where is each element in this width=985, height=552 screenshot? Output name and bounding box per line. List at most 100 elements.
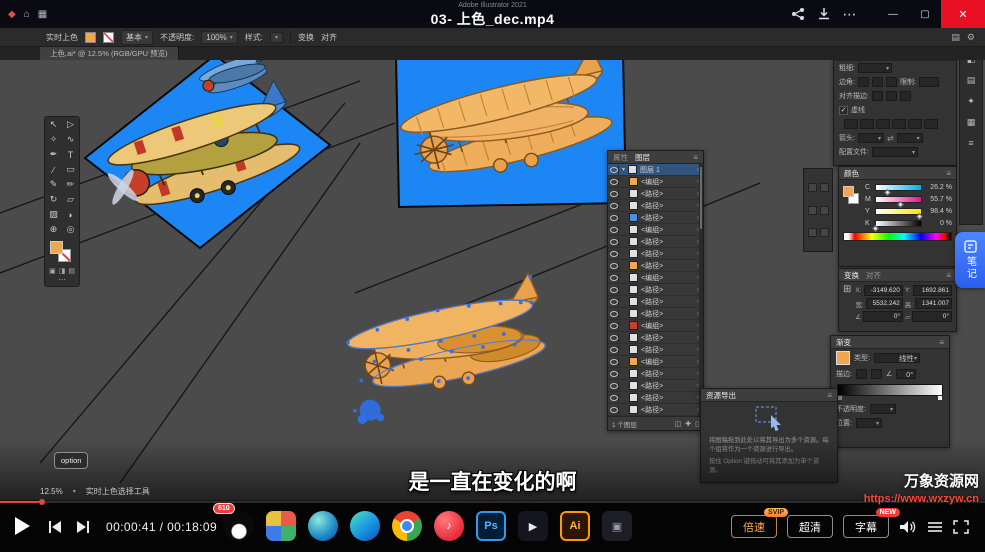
pathfinder-icon[interactable]: [808, 183, 817, 192]
gap-field[interactable]: [924, 119, 938, 129]
panel-menu-icon[interactable]: ≡: [939, 338, 944, 347]
color-slider-row[interactable]: C26.2 %: [865, 184, 952, 191]
download-icon[interactable]: [811, 0, 837, 28]
style-select[interactable]: ▾: [270, 32, 283, 43]
visibility-eye-icon[interactable]: [609, 165, 619, 175]
taskbar-photoshop-icon[interactable]: Ps: [476, 511, 506, 541]
quality-button[interactable]: 超清: [787, 515, 833, 538]
layer-row[interactable]: <路径>○: [608, 200, 703, 212]
share-icon[interactable]: [785, 0, 811, 28]
gradient-slider[interactable]: [837, 384, 943, 396]
dash-field[interactable]: [908, 119, 922, 129]
gradient-tool[interactable]: ▨: [45, 207, 62, 222]
visibility-eye-icon[interactable]: [609, 285, 619, 295]
type-tool[interactable]: T: [62, 147, 79, 162]
shear-field[interactable]: 0°: [912, 311, 952, 322]
pathfinder-icon[interactable]: [820, 183, 829, 192]
dash-checkbox[interactable]: ✓: [839, 106, 848, 115]
play-button[interactable]: [12, 516, 32, 541]
color-slider-row[interactable]: Y98.4 %: [865, 208, 952, 215]
selection-tool[interactable]: ↖: [45, 117, 62, 132]
taskbar-music-icon[interactable]: ♪: [434, 511, 464, 541]
visibility-eye-icon[interactable]: [609, 393, 619, 403]
layer-row[interactable]: <编组>○: [608, 356, 703, 368]
minimize-button[interactable]: —: [877, 0, 909, 28]
fill-color-swatch[interactable]: [843, 186, 854, 197]
layer-row[interactable]: <编组>○: [608, 320, 703, 332]
visibility-eye-icon[interactable]: [609, 225, 619, 235]
slider-knob[interactable]: [872, 225, 879, 232]
biplane-orange-selected[interactable]: [333, 272, 558, 426]
stroke-gradient-option[interactable]: [856, 369, 867, 379]
visibility-eye-icon[interactable]: [609, 261, 619, 271]
line-tool[interactable]: ∕: [45, 162, 62, 177]
symbols-panel-icon[interactable]: ▦: [967, 117, 976, 128]
stroke-gradient-option[interactable]: [871, 369, 882, 379]
gradient-opacity-select[interactable]: ▾: [870, 404, 896, 414]
more-tools-icon[interactable]: ⋯: [45, 275, 79, 284]
gap-field[interactable]: [860, 119, 874, 129]
color-spectrum-bar[interactable]: [843, 232, 952, 241]
gradient-stop[interactable]: [937, 395, 943, 401]
align-option[interactable]: [900, 91, 911, 101]
layer-row[interactable]: <编组>○: [608, 176, 703, 188]
playlist-icon[interactable]: [927, 521, 943, 533]
rotate-field[interactable]: 0°: [863, 311, 903, 322]
maximize-button[interactable]: ▢: [909, 0, 941, 28]
delete-layer-icon[interactable]: ▯: [695, 420, 699, 428]
expand-icon[interactable]: [808, 228, 817, 237]
panel-menu-icon[interactable]: ≡: [946, 169, 951, 178]
paintbrush-tool[interactable]: ✎: [45, 177, 62, 192]
tab-transform[interactable]: 变换: [844, 270, 859, 281]
layer-row[interactable]: <编组>○: [608, 272, 703, 284]
visibility-eye-icon[interactable]: [609, 321, 619, 331]
taskbar-app-grid-icon[interactable]: [266, 511, 296, 541]
channel-slider[interactable]: [875, 196, 922, 203]
shape-mode-icon[interactable]: [820, 206, 829, 215]
taskbar-chrome-icon[interactable]: [392, 511, 422, 541]
visibility-eye-icon[interactable]: [609, 249, 619, 259]
fill-stroke-widget[interactable]: [45, 240, 79, 267]
layer-row[interactable]: <路径>○: [608, 404, 703, 416]
layer-row[interactable]: ▾图层 1○: [608, 164, 703, 176]
lasso-tool[interactable]: ∿: [62, 132, 79, 147]
tab-asset-export[interactable]: 资源导出: [706, 390, 736, 401]
expand-icon[interactable]: [820, 228, 829, 237]
visibility-eye-icon[interactable]: [609, 405, 619, 415]
taskbar-media-player-icon[interactable]: ▶: [518, 511, 548, 541]
new-layer-icon[interactable]: ✚: [685, 420, 691, 428]
fill-swatch[interactable]: [85, 32, 96, 43]
corner-option[interactable]: [886, 77, 897, 87]
brushes-panel-icon[interactable]: ✦: [967, 96, 975, 107]
slider-knob[interactable]: [884, 189, 891, 196]
channel-slider[interactable]: [875, 220, 922, 227]
progress-knob[interactable]: [39, 499, 45, 505]
more-options-icon[interactable]: ⋯: [837, 0, 863, 28]
y-field[interactable]: 1692.861: [913, 285, 952, 296]
panel-menu-icon[interactable]: ≡: [693, 153, 698, 162]
dash-field[interactable]: [844, 119, 858, 129]
layer-row[interactable]: <路径>○: [608, 380, 703, 392]
layer-row[interactable]: <路径>○: [608, 308, 703, 320]
visibility-eye-icon[interactable]: [609, 273, 619, 283]
none-mode-icon[interactable]: ▤: [68, 267, 75, 275]
close-button[interactable]: ✕: [941, 0, 985, 28]
limit-field[interactable]: [919, 77, 939, 87]
taskbar-edge-dev-icon[interactable]: [308, 511, 338, 541]
weight-select[interactable]: ▾: [858, 63, 892, 73]
visibility-eye-icon[interactable]: [609, 213, 619, 223]
gradient-fill-swatch[interactable]: [836, 351, 850, 365]
align-menu[interactable]: 对齐: [321, 32, 337, 43]
visibility-eye-icon[interactable]: [609, 309, 619, 319]
layer-row[interactable]: <路径>○: [608, 392, 703, 404]
corner-option[interactable]: [858, 77, 869, 87]
pencil-tool[interactable]: ✏: [62, 177, 79, 192]
layer-row[interactable]: <路径>○: [608, 248, 703, 260]
tab-color[interactable]: 颜色: [844, 168, 859, 179]
taskbar-illustrator-icon[interactable]: Ai: [560, 511, 590, 541]
tab-properties[interactable]: 属性: [613, 152, 628, 163]
fill-color-swatch[interactable]: [50, 241, 63, 254]
libraries-panel-icon[interactable]: ≡: [968, 138, 973, 148]
scale-tool[interactable]: ▱: [62, 192, 79, 207]
zoom-tool[interactable]: ◎: [62, 222, 79, 237]
